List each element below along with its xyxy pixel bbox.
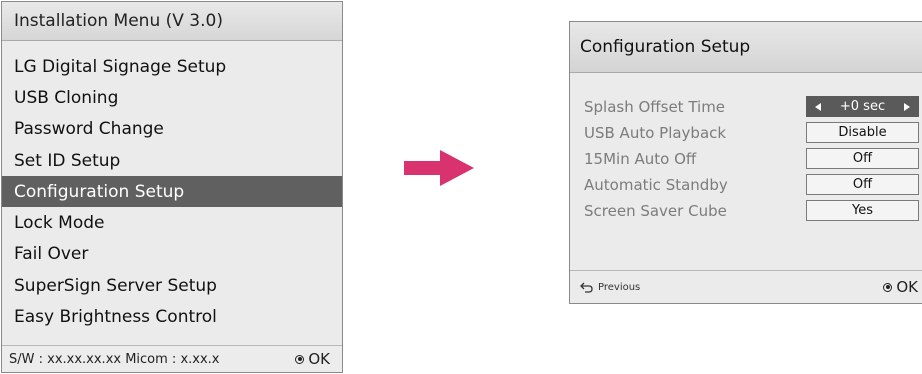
arrow-left-icon[interactable] [815, 102, 821, 111]
option-value: +0 sec [839, 99, 886, 114]
previous-label: Previous [598, 281, 641, 293]
installation-menu-list: LG Digital Signage Setup USB Cloning Pas… [2, 51, 342, 333]
menu-item-fail-over[interactable]: Fail Over [2, 239, 342, 270]
right-arrow-icon [404, 150, 474, 186]
ok-hint[interactable]: OK [883, 278, 918, 296]
menu-item-set-id-setup[interactable]: Set ID Setup [2, 145, 342, 176]
option-label: Automatic Standby [584, 176, 728, 194]
menu-item-password-change[interactable]: Password Change [2, 114, 342, 145]
screen-saver-cube-value[interactable]: Yes [806, 200, 919, 221]
menu-item-supersign-server-setup[interactable]: SuperSign Server Setup [2, 270, 342, 301]
configuration-setup-footer: Previous OK [570, 270, 922, 303]
configuration-setup-title: Configuration Setup [570, 22, 922, 73]
menu-item-easy-brightness-control[interactable]: Easy Brightness Control [2, 301, 342, 332]
previous-button[interactable]: Previous [580, 282, 640, 293]
option-label: Splash Offset Time [584, 98, 726, 116]
installation-menu-panel: Installation Menu (V 3.0) LG Digital Sig… [1, 1, 343, 373]
option-row-screen-saver-cube[interactable]: Screen Saver Cube Yes [570, 198, 922, 224]
ok-label: OK [308, 350, 330, 368]
automatic-standby-value[interactable]: Off [806, 174, 919, 195]
version-info: S/W : xx.xx.xx.xx Micom : x.xx.x [9, 351, 220, 367]
option-label: 15Min Auto Off [584, 150, 697, 168]
ok-button-icon [883, 282, 893, 292]
ok-label: OK [896, 278, 918, 296]
option-row-usb-auto-playback[interactable]: USB Auto Playback Disable [570, 120, 922, 146]
menu-item-lock-mode[interactable]: Lock Mode [2, 207, 342, 238]
configuration-options: Splash Offset Time +0 sec USB Auto Playb… [570, 73, 922, 224]
15min-auto-off-value[interactable]: Off [806, 148, 919, 169]
option-row-automatic-standby[interactable]: Automatic Standby Off [570, 172, 922, 198]
arrow-right-icon[interactable] [904, 102, 910, 111]
return-arrow-icon [580, 282, 593, 293]
ok-hint[interactable]: OK [295, 350, 330, 368]
splash-offset-time-selector[interactable]: +0 sec [806, 96, 919, 117]
configuration-setup-panel: Configuration Setup Splash Offset Time +… [569, 21, 922, 304]
usb-auto-playback-value[interactable]: Disable [806, 122, 919, 143]
option-row-15min-auto-off[interactable]: 15Min Auto Off Off [570, 146, 922, 172]
option-row-splash-offset-time[interactable]: Splash Offset Time +0 sec [570, 94, 922, 120]
option-label: Screen Saver Cube [584, 202, 727, 220]
installation-menu-title: Installation Menu (V 3.0) [2, 2, 342, 41]
menu-item-usb-cloning[interactable]: USB Cloning [2, 82, 342, 113]
ok-button-icon [295, 354, 305, 364]
option-label: USB Auto Playback [584, 124, 727, 142]
menu-item-configuration-setup[interactable]: Configuration Setup [2, 176, 342, 208]
menu-item-lg-digital-signage-setup[interactable]: LG Digital Signage Setup [2, 51, 342, 82]
installation-menu-footer: S/W : xx.xx.xx.xx Micom : x.xx.x OK [2, 345, 342, 372]
